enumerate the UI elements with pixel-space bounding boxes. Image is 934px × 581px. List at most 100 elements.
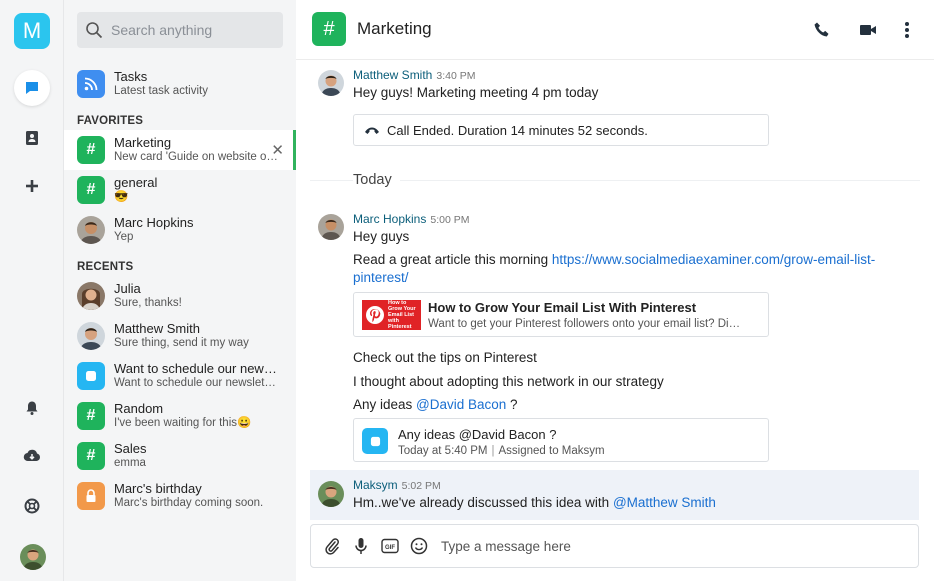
message-composer: GIF (310, 524, 919, 568)
conversation-sidebar: Tasks Latest task activity FAVORITES # M… (64, 0, 296, 581)
gif-button[interactable]: GIF (379, 535, 401, 557)
search-icon (86, 22, 103, 39)
sidebar-item-tasks[interactable]: Tasks Latest task activity (64, 64, 296, 104)
smiley-icon (410, 537, 428, 555)
sidebar-item-newsletter-task[interactable]: Want to schedule our newsl… Want to sche… (64, 356, 296, 396)
nav-rail: M (0, 0, 64, 581)
sidebar-item-title: Random (114, 401, 164, 416)
message-text: Read a great article this morning https:… (353, 252, 875, 267)
task-icon (362, 428, 388, 454)
message-author[interactable]: Matthew Smith (353, 68, 432, 82)
channel-title: Marketing (357, 19, 432, 38)
user-avatar[interactable] (20, 544, 46, 570)
divider (310, 180, 920, 181)
sidebar-item-marcs-birthday[interactable]: Marc's birthday Marc's birthday coming s… (64, 476, 296, 516)
sidebar-item-subtitle: emma (114, 457, 146, 469)
message-header: Maksym 5:02 PM (353, 478, 441, 492)
voice-button[interactable] (350, 535, 372, 557)
avatar[interactable] (318, 481, 344, 507)
task-meta: Today at 5:40 PM | Assigned to Maksym (398, 445, 605, 457)
avatar[interactable] (318, 214, 344, 240)
chat-panel: # Marketing Matthew Smith 3:40 PM Hey guy… (296, 0, 934, 581)
avatar (77, 322, 105, 350)
message-text: Hey guys! Marketing meeting 4 pm today (353, 85, 599, 100)
search-box[interactable] (77, 12, 283, 48)
cloud-nav-button[interactable] (14, 438, 50, 474)
sidebar-item-title: Tasks (114, 69, 148, 84)
link-preview-card[interactable]: How to Grow Your Email List with Pintere… (353, 292, 769, 337)
avatar (77, 282, 105, 310)
sidebar-item-subtitle: Yep (114, 231, 134, 243)
sidebar-item-title: Marc's birthday (114, 481, 202, 496)
sidebar-item-subtitle: Sure, thanks! (114, 297, 182, 309)
sidebar-item-marketing[interactable]: # Marketing New card 'Guide on website o… (64, 130, 296, 170)
message-text: Hey guys (353, 229, 410, 244)
message-text: pinterest/ (353, 270, 409, 285)
message-text: Any ideas @David Bacon ? (353, 397, 518, 412)
message-header: Marc Hopkins 5:00 PM (353, 212, 469, 226)
article-link[interactable]: https://www.socialmediaexaminer.com/grow… (552, 252, 875, 267)
hangup-icon (365, 127, 379, 134)
sidebar-item-title: Julia (114, 281, 141, 296)
message-header: Matthew Smith 3:40 PM (353, 68, 475, 82)
svg-text:GIF: GIF (385, 545, 395, 551)
task-icon (77, 362, 105, 390)
message-text: Hm..we've already discussed this idea wi… (353, 495, 716, 510)
close-icon[interactable]: ✕ (271, 141, 284, 159)
sidebar-item-title: general (114, 175, 158, 190)
message-author[interactable]: Maksym (353, 478, 398, 492)
hash-icon: # (77, 442, 105, 470)
recents-heading: RECENTS (77, 261, 134, 273)
sidebar-item-marc-hopkins[interactable]: Marc Hopkins Yep (64, 210, 296, 250)
video-call-button[interactable] (857, 19, 879, 41)
message-text-prefix: Hm..we've already discussed this idea wi… (353, 495, 613, 510)
call-button[interactable] (811, 19, 833, 41)
message-text-prefix: Read a great article this morning (353, 252, 552, 267)
bell-icon (26, 401, 38, 415)
message-time: 3:40 PM (436, 70, 476, 82)
hash-icon: # (77, 136, 105, 164)
paperclip-icon (325, 538, 339, 555)
sidebar-item-title: Matthew Smith (114, 321, 200, 336)
hash-icon: # (77, 176, 105, 204)
lock-icon (77, 482, 105, 510)
add-nav-button[interactable] (14, 168, 50, 204)
day-separator-label: Today (353, 172, 400, 188)
avatar[interactable] (318, 70, 344, 96)
article-link[interactable]: pinterest/ (353, 270, 409, 285)
emoji-button[interactable] (408, 535, 430, 557)
task-assignee: Assigned to Maksym (498, 445, 605, 457)
chats-nav-button[interactable] (14, 70, 50, 106)
message-input[interactable] (441, 538, 841, 554)
contacts-nav-button[interactable] (14, 120, 50, 156)
notifications-nav-button[interactable] (14, 390, 50, 426)
attach-button[interactable] (321, 535, 343, 557)
help-nav-button[interactable] (14, 488, 50, 524)
sidebar-item-random[interactable]: # Random I've been waiting for this😀 (64, 396, 296, 436)
phone-icon (814, 22, 829, 37)
sidebar-item-title: Marketing (114, 135, 172, 150)
app-logo[interactable]: M (14, 13, 50, 49)
avatar (77, 216, 105, 244)
search-input[interactable] (111, 22, 271, 38)
more-options-button[interactable] (896, 19, 918, 41)
task-title: Any ideas @David Bacon ? (398, 427, 557, 442)
user-mention[interactable]: @David Bacon (416, 397, 506, 412)
sidebar-item-general[interactable]: # general 😎 (64, 170, 296, 210)
sidebar-item-matthew-smith[interactable]: Matthew Smith Sure thing, send it my way (64, 316, 296, 356)
thumbnail-caption: How to Grow Your Email List with Pintere… (388, 300, 416, 330)
sidebar-item-sales[interactable]: # Sales emma (64, 436, 296, 476)
message-author[interactable]: Marc Hopkins (353, 212, 426, 226)
favorites-heading: FAVORITES (77, 115, 144, 127)
user-mention[interactable]: @Matthew Smith (613, 495, 716, 510)
rss-icon (77, 70, 105, 98)
sidebar-item-julia[interactable]: Julia Sure, thanks! (64, 276, 296, 316)
task-card[interactable]: Any ideas @David Bacon ? Today at 5:40 P… (353, 418, 769, 462)
contacts-icon (26, 131, 38, 145)
call-ended-card: Call Ended. Duration 14 minutes 52 secon… (353, 114, 769, 146)
sidebar-item-subtitle: Want to schedule our newslet… (114, 377, 276, 389)
message-text: I thought about adopting this network in… (353, 374, 664, 389)
sidebar-item-subtitle: Latest task activity (114, 85, 208, 97)
sidebar-item-subtitle: 😎 (114, 191, 129, 203)
microphone-icon (355, 538, 367, 554)
